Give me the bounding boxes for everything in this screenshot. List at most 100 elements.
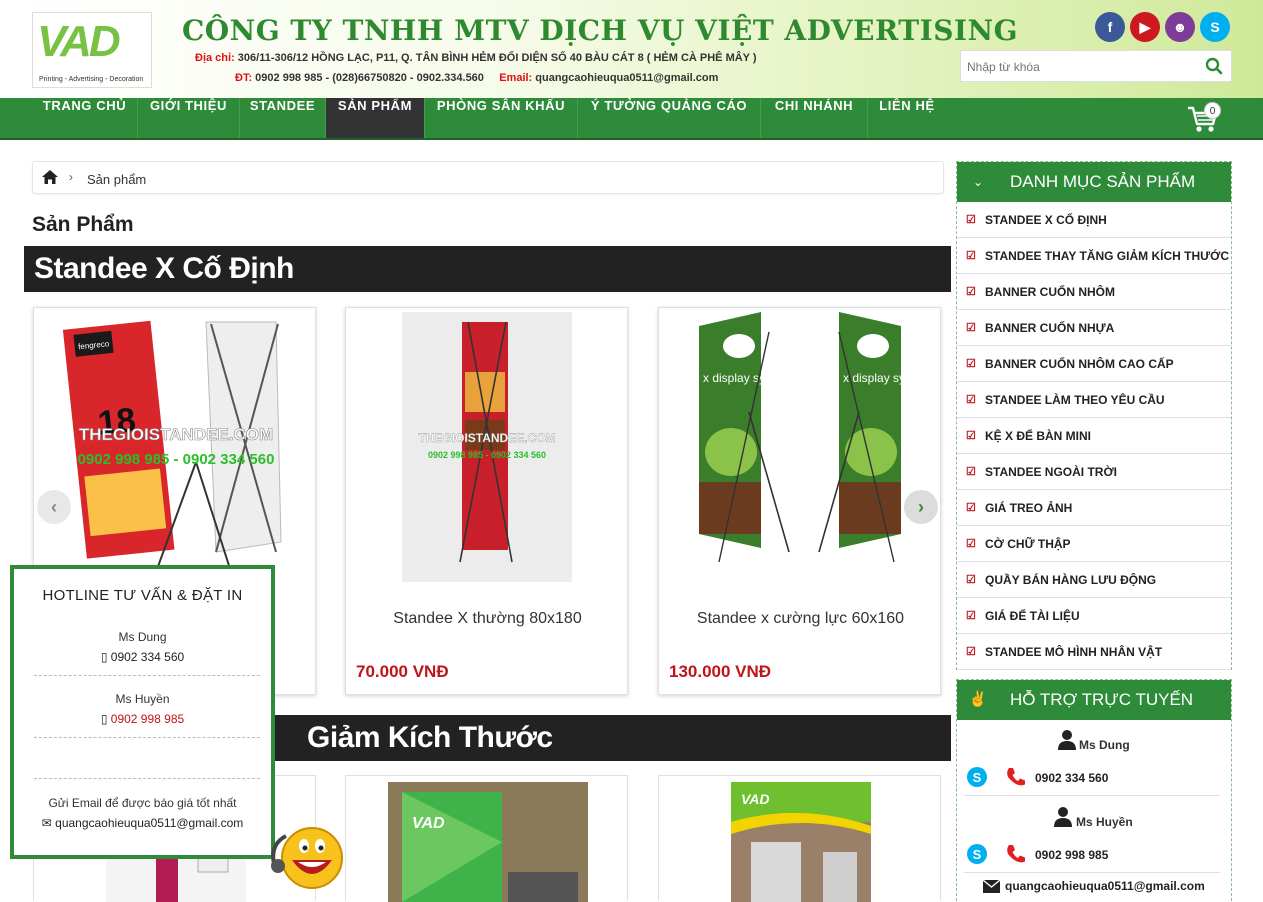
home-icon[interactable] xyxy=(41,169,59,185)
site-logo[interactable]: VAD Printing - Advertising - Decoration xyxy=(32,12,152,88)
product-price: 130.000 VNĐ xyxy=(669,662,772,681)
user-icon xyxy=(1058,730,1076,750)
category-label: BANNER CUỐN NHỰA xyxy=(985,321,1115,335)
smiley-chat-icon[interactable] xyxy=(268,824,346,892)
section-title[interactable]: Standee X Cố Định xyxy=(24,246,951,292)
nav-item[interactable]: LIÊN HỆ xyxy=(868,98,946,138)
product-card[interactable]: x display systems x display systems Stan… xyxy=(658,307,941,695)
product-logo-text: VAD xyxy=(412,815,445,832)
company-name: CÔNG TY TNHH MTV DỊCH VỤ VIỆT ADVERTISIN… xyxy=(182,14,1019,47)
nav-item[interactable]: PHÒNG SÂN KHẤU xyxy=(425,98,578,138)
category-panel-header[interactable]: ⌄ DANH MỤC SẢN PHẨM xyxy=(957,162,1231,202)
site-header: VAD Printing - Advertising - Decoration … xyxy=(0,0,1263,98)
hand-icon: ✌ xyxy=(968,691,988,708)
category-label: KỆ X ĐỂ BÀN MINI xyxy=(985,429,1092,443)
display-brand-text: x display systems xyxy=(843,371,919,385)
logo-tagline: Printing - Advertising - Decoration xyxy=(39,76,144,83)
category-item[interactable]: ☑ STANDEE NGOÀI TRỜI xyxy=(957,454,1231,490)
category-item[interactable]: ☑ BANNER CUỐN NHÔM CAO CẤP xyxy=(957,346,1231,382)
product-image[interactable]: VAD xyxy=(731,782,871,902)
cart-count-badge: 0 xyxy=(1204,102,1221,119)
search-input[interactable] xyxy=(967,57,1197,77)
logo-mark: VAD xyxy=(37,17,121,66)
checkbox-icon: ☑ xyxy=(966,214,976,226)
phone-icon xyxy=(1007,845,1025,863)
nav-item[interactable]: GIỚI THIỆU xyxy=(138,98,240,138)
user-icon xyxy=(1054,807,1072,827)
category-item[interactable]: ☑ STANDEE THAY TĂNG GIẢM KÍCH THƯỚC xyxy=(957,238,1231,274)
product-card[interactable]: THEGIOISTANDEE.COM 0902 998 985 - 0902 3… xyxy=(345,307,628,695)
category-item[interactable]: ☑ KỆ X ĐỂ BÀN MINI xyxy=(957,418,1231,454)
main-nav: TRANG CHỦ GIỚI THIỆU STANDEE SẢN PHẨM PHÒNG … xyxy=(0,98,1263,140)
product-image[interactable]: THEGIOISTANDEE.COM 0902 998 985 - 0902 3… xyxy=(402,312,572,582)
checkbox-icon: ☑ xyxy=(966,286,976,298)
nav-item[interactable]: Ý TƯỞNG QUẢNG CÁO xyxy=(578,98,761,138)
product-card[interactable]: VAD xyxy=(658,775,941,902)
svg-text:S: S xyxy=(973,770,982,785)
product-image[interactable]: fengreco 18 THEGIOISTANDEE.COM 0902 998 … xyxy=(56,312,296,582)
product-price: 70.000 VNĐ xyxy=(356,662,449,681)
nav-item[interactable]: CHI NHÁNH xyxy=(761,98,868,138)
product-card[interactable]: VAD xyxy=(345,775,628,902)
chevron-right-icon: › xyxy=(69,170,73,184)
category-item[interactable]: ☑ BANNER CUỐN NHỰA xyxy=(957,310,1231,346)
nav-item[interactable]: STANDEE xyxy=(240,98,326,138)
hotline-email[interactable]: ✉ quangcaohieuqua0511@gmail.com xyxy=(14,816,271,830)
hotline-phone-number: 0902 998 985 xyxy=(110,712,185,726)
envelope-icon: ✉ xyxy=(41,816,56,830)
email-value: quangcaohieuqua0511@gmail.com xyxy=(535,72,719,84)
watermark-text: THEGIOISTANDEE.COM xyxy=(418,431,555,445)
facebook-icon[interactable]: f xyxy=(1095,12,1125,42)
category-item[interactable]: ☑ GIÁ TREO ẢNH xyxy=(957,490,1231,526)
checkbox-icon: ☑ xyxy=(966,322,976,334)
watermark-phones: 0902 998 985 - 0902 334 560 xyxy=(78,451,275,468)
support-phone[interactable]: 0902 334 560 xyxy=(1035,771,1108,785)
support-email[interactable]: quangcaohieuqua0511@gmail.com xyxy=(1005,879,1205,893)
category-item[interactable]: ☑ BANNER CUỐN NHÔM xyxy=(957,274,1231,310)
checkbox-icon: ☑ xyxy=(966,574,976,586)
category-item[interactable]: ☑ STANDEE LÀM THEO YÊU CẦU xyxy=(957,382,1231,418)
product-name[interactable]: Standee X thường 80x180 xyxy=(346,610,629,628)
category-item[interactable]: ☑ GIÁ ĐỂ TÀI LIỆU xyxy=(957,598,1231,634)
page-title: Sản Phẩm xyxy=(32,213,134,236)
category-item[interactable]: ☑ CỜ CHỮ THẬP xyxy=(957,526,1231,562)
search-icon[interactable] xyxy=(1205,57,1223,75)
checkbox-icon: ☑ xyxy=(966,466,976,478)
carousel-prev-button[interactable]: ‹ xyxy=(37,490,71,524)
product-image[interactable]: VAD xyxy=(388,782,588,902)
product-image[interactable]: x display systems x display systems xyxy=(689,312,919,582)
product-name[interactable]: Standee x cường lực 60x160 xyxy=(659,610,942,628)
company-address: Địa chỉ: 306/11-306/12 HỒNG LẠC, P11, Q.… xyxy=(195,52,757,64)
category-item[interactable]: ☑ STANDEE X CỐ ĐỊNH xyxy=(957,202,1231,238)
checkbox-icon: ☑ xyxy=(966,394,976,406)
breadcrumb-current: Sản phẩm xyxy=(87,172,147,187)
support-panel: ✌ HỖ TRỢ TRỰC TUYẾN xyxy=(956,679,1232,901)
display-brand-text: x display systems xyxy=(703,371,797,385)
checkbox-icon: ☑ xyxy=(966,430,976,442)
youtube-icon[interactable]: ▶ xyxy=(1130,12,1160,42)
support-panel-title: HỖ TRỢ TRỰC TUYẾN xyxy=(1010,690,1194,709)
address-value: 306/11-306/12 HỒNG LẠC, P11, Q. TÂN BÌNH… xyxy=(237,52,757,64)
category-panel: ⌄ DANH MỤC SẢN PHẨM ☑ STANDEE X CỐ ĐỊNH ☑ S… xyxy=(956,161,1232,670)
category-label: STANDEE MÔ HÌNH NHÂN VẬT xyxy=(985,645,1163,659)
svg-text:S: S xyxy=(973,847,982,862)
support-phone[interactable]: 0902 998 985 xyxy=(1035,848,1108,862)
category-label: STANDEE LÀM THEO YÊU CẦU xyxy=(985,393,1165,407)
hotline-box: HOTLINE TƯ VẤN & ĐẶT IN Ms Dung ▯ 0902 3… xyxy=(10,565,275,859)
phone-label: ĐT: xyxy=(235,72,253,84)
hotline-contact-phone[interactable]: ▯ 0902 334 560 xyxy=(14,650,271,664)
category-item[interactable]: ☑ STANDEE MÔ HÌNH NHÂN VẬT xyxy=(957,634,1231,670)
divider xyxy=(34,778,260,779)
smile-icon[interactable]: ☻ xyxy=(1165,12,1195,42)
skype-icon[interactable]: S xyxy=(966,843,988,865)
nav-item[interactable]: SẢN PHẨM xyxy=(326,98,425,138)
category-item[interactable]: ☑ QUẦY BÁN HÀNG LƯU ĐỘNG xyxy=(957,562,1231,598)
hotline-contact-phone[interactable]: ▯ 0902 998 985 xyxy=(14,712,271,726)
category-label: GIÁ ĐỂ TÀI LIỆU xyxy=(985,609,1080,623)
skype-icon[interactable]: S xyxy=(966,766,988,788)
skype-icon[interactable]: S xyxy=(1200,12,1230,42)
carousel-next-button[interactable]: › xyxy=(904,490,938,524)
hotline-email-note: Gửi Email để được báo giá tốt nhất xyxy=(48,796,237,810)
nav-item[interactable]: TRANG CHỦ xyxy=(32,98,138,138)
divider xyxy=(964,872,1220,873)
